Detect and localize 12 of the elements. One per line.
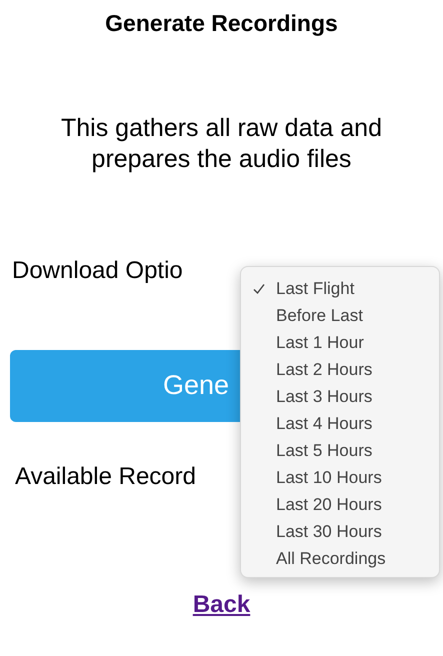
available-recordings-label: Available Record xyxy=(15,462,196,492)
download-option-label: Download Optio xyxy=(12,256,183,286)
menu-item[interactable]: Last Flight xyxy=(241,275,439,302)
description-text: This gathers all raw data and prepares the audio files xyxy=(60,112,383,174)
page-title: Generate Recordings xyxy=(105,9,338,38)
menu-item[interactable]: All Recordings xyxy=(241,545,439,572)
menu-item[interactable]: Last 30 Hours xyxy=(241,518,439,545)
menu-item[interactable]: Last 5 Hours xyxy=(241,437,439,464)
menu-item[interactable]: Before Last xyxy=(241,302,439,329)
menu-item[interactable]: Last 10 Hours xyxy=(241,464,439,491)
menu-item[interactable]: Last 20 Hours xyxy=(241,491,439,518)
back-link[interactable]: Back xyxy=(192,586,250,622)
